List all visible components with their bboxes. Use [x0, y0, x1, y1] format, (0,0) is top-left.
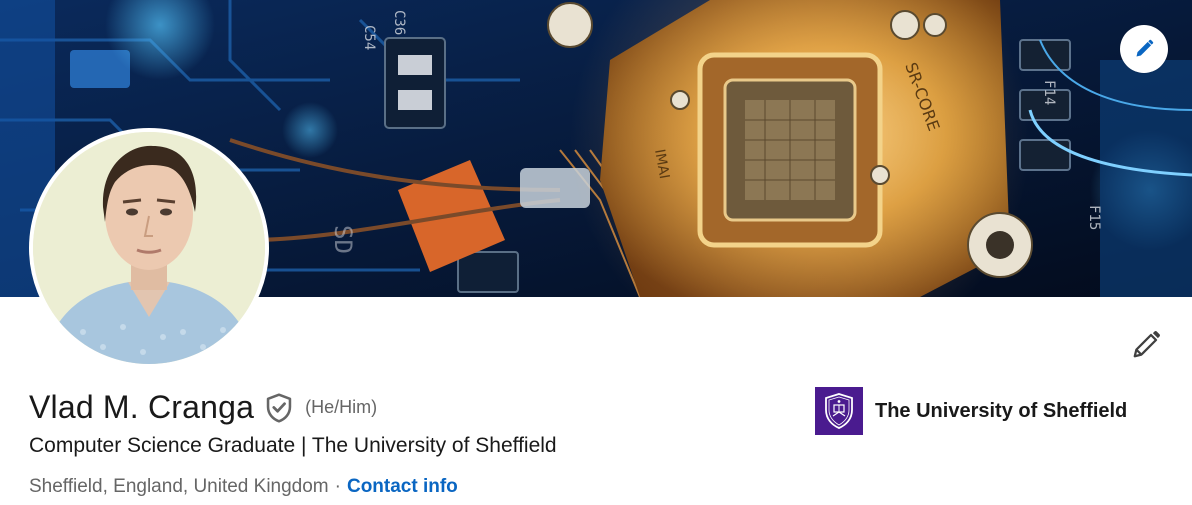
profile-photo[interactable]	[29, 128, 269, 368]
edit-banner-button[interactable]	[1120, 25, 1168, 73]
marking-c54: C54	[361, 25, 377, 50]
location-separator: ·	[334, 476, 341, 497]
location-row: Sheffield, England, United Kingdom · Conta…	[29, 476, 458, 498]
university-crest-icon	[825, 393, 853, 429]
profile-location: Sheffield, England, United Kingdom	[29, 476, 329, 497]
avatar-image	[33, 132, 265, 364]
education-university-link[interactable]: The University of Sheffield	[815, 387, 1127, 435]
profile-name: Vlad M. Cranga	[29, 389, 255, 425]
contact-info-link[interactable]: Contact info	[347, 476, 458, 497]
verified-badge[interactable]	[264, 392, 294, 424]
profile-card: C54 C36 SD F14 F15 SR-CORE IMAI Vlad M. …	[0, 0, 1192, 505]
marking-c36: C36	[391, 10, 407, 35]
marking-f15: F15	[1086, 205, 1102, 230]
edit-intro-button[interactable]	[1126, 325, 1166, 365]
marking-f14: F14	[1041, 80, 1057, 105]
pencil-icon	[1133, 331, 1160, 358]
university-name: The University of Sheffield	[875, 399, 1128, 422]
profile-headline: Computer Science Graduate | The Universi…	[29, 434, 557, 457]
pencil-icon	[1136, 39, 1154, 57]
pronouns: (He/Him)	[305, 397, 378, 417]
marking-sd: SD	[329, 225, 357, 254]
university-logo	[815, 387, 863, 435]
name-row: Vlad M. Cranga (He/Him)	[29, 389, 377, 426]
shield-check-icon	[266, 392, 292, 423]
